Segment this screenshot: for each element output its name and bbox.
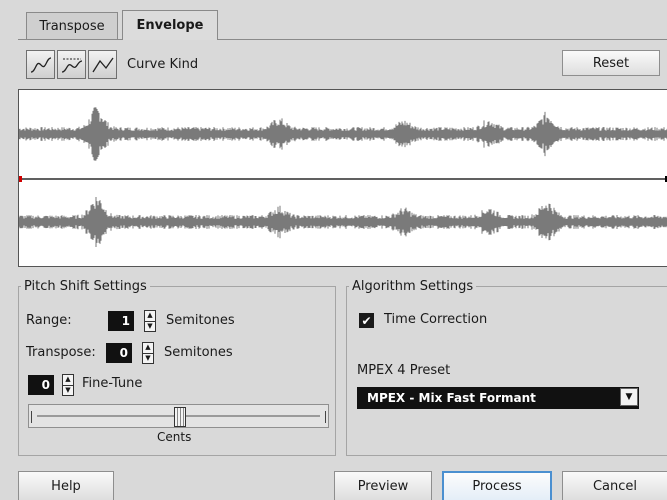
pitch-shift-settings-title: Pitch Shift Settings — [24, 279, 147, 294]
waveform-channel-left — [19, 107, 667, 161]
cancel-button-label: Cancel — [592, 478, 638, 494]
curve-kind-label: Curve Kind — [127, 57, 199, 72]
transpose-unit-label: Semitones — [164, 345, 233, 360]
range-label: Range: — [26, 313, 72, 328]
spin-up-icon[interactable]: ▲ — [143, 343, 153, 354]
preset-label: MPEX 4 Preset — [357, 363, 451, 378]
process-button[interactable]: Process — [442, 471, 552, 500]
spline-curve-button[interactable] — [26, 50, 55, 79]
time-correction-label[interactable]: Time Correction — [384, 312, 487, 327]
range-unit-label: Semitones — [166, 313, 235, 328]
spin-down-icon[interactable]: ▼ — [145, 322, 155, 332]
finetune-value-field[interactable]: 0 — [28, 375, 54, 395]
cancel-button[interactable]: Cancel — [562, 471, 667, 500]
linear-curve-button[interactable] — [88, 50, 117, 79]
tab-divider — [18, 39, 667, 40]
spin-up-icon[interactable]: ▲ — [63, 375, 73, 386]
slider-tick-right — [325, 411, 326, 423]
tab-envelope[interactable]: Envelope — [122, 10, 218, 40]
help-button[interactable]: Help — [18, 471, 114, 500]
damped-spline-curve-icon — [61, 58, 82, 73]
spline-curve-icon — [30, 56, 51, 73]
transpose-value-field[interactable]: 0 — [106, 343, 132, 363]
transpose-spinner[interactable]: ▲ ▼ — [142, 342, 154, 364]
linear-curve-icon — [91, 57, 114, 72]
time-correction-checkbox[interactable]: ✔ — [359, 313, 374, 328]
slider-tick-left — [31, 411, 32, 423]
reset-button-label: Reset — [592, 55, 630, 71]
algorithm-settings-title: Algorithm Settings — [352, 279, 474, 294]
waveform-channel-right — [19, 197, 667, 247]
transpose-label: Transpose: — [26, 345, 96, 360]
preview-button[interactable]: Preview — [334, 471, 432, 500]
cents-label: Cents — [157, 430, 192, 444]
reset-button[interactable]: Reset — [562, 50, 660, 76]
tab-label: Transpose — [39, 19, 105, 34]
checkmark-icon: ✔ — [361, 313, 372, 328]
spin-up-icon[interactable]: ▲ — [145, 311, 155, 322]
chevron-down-icon[interactable]: ▼ — [620, 388, 638, 406]
range-spinner[interactable]: ▲ ▼ — [144, 310, 156, 332]
preset-select-value: MPEX - Mix Fast Formant — [367, 391, 536, 405]
tab-transpose[interactable]: Transpose — [26, 12, 118, 40]
spin-down-icon[interactable]: ▼ — [63, 386, 73, 396]
process-button-label: Process — [472, 479, 522, 494]
spin-down-icon[interactable]: ▼ — [143, 354, 153, 364]
tab-label: Envelope — [136, 18, 204, 33]
finetune-spinner[interactable]: ▲ ▼ — [62, 374, 74, 396]
damped-spline-curve-button[interactable] — [57, 50, 86, 79]
slider-thumb[interactable] — [173, 407, 186, 427]
waveform-envelope-display[interactable] — [18, 89, 667, 267]
envelope-point[interactable] — [19, 176, 22, 182]
cents-slider[interactable] — [28, 404, 329, 428]
range-value-field[interactable]: 1 — [108, 311, 134, 331]
finetune-label: Fine-Tune — [82, 376, 143, 391]
help-button-label: Help — [51, 478, 81, 494]
waveform-svg — [19, 107, 667, 247]
preview-button-label: Preview — [357, 478, 409, 494]
preset-select[interactable]: MPEX - Mix Fast Formant ▼ — [357, 387, 639, 409]
